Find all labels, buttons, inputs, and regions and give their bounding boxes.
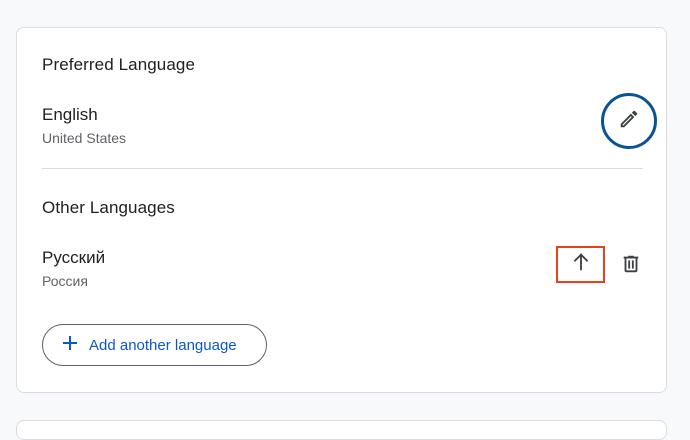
- preferred-language-region: United States: [42, 130, 127, 146]
- section-divider: [42, 168, 643, 169]
- add-language-label: Add another language: [89, 336, 237, 354]
- next-card: [16, 420, 667, 440]
- other-language-region: Россия: [42, 273, 88, 289]
- preferred-language-heading: Preferred Language: [42, 55, 196, 74]
- move-language-up-button[interactable]: [556, 246, 605, 283]
- language-settings-card: Preferred Language English United States…: [16, 27, 667, 393]
- arrow-up-icon: [570, 251, 592, 278]
- add-language-button[interactable]: Add another language: [42, 324, 267, 366]
- plus-icon: [62, 335, 78, 356]
- edit-preferred-language-button[interactable]: [601, 93, 657, 149]
- pencil-icon: [618, 108, 640, 135]
- preferred-language-name: English: [42, 105, 98, 124]
- delete-language-button[interactable]: [617, 252, 645, 280]
- trash-icon: [620, 253, 642, 280]
- other-languages-heading: Other Languages: [42, 198, 175, 217]
- other-language-name: Русский: [42, 248, 106, 267]
